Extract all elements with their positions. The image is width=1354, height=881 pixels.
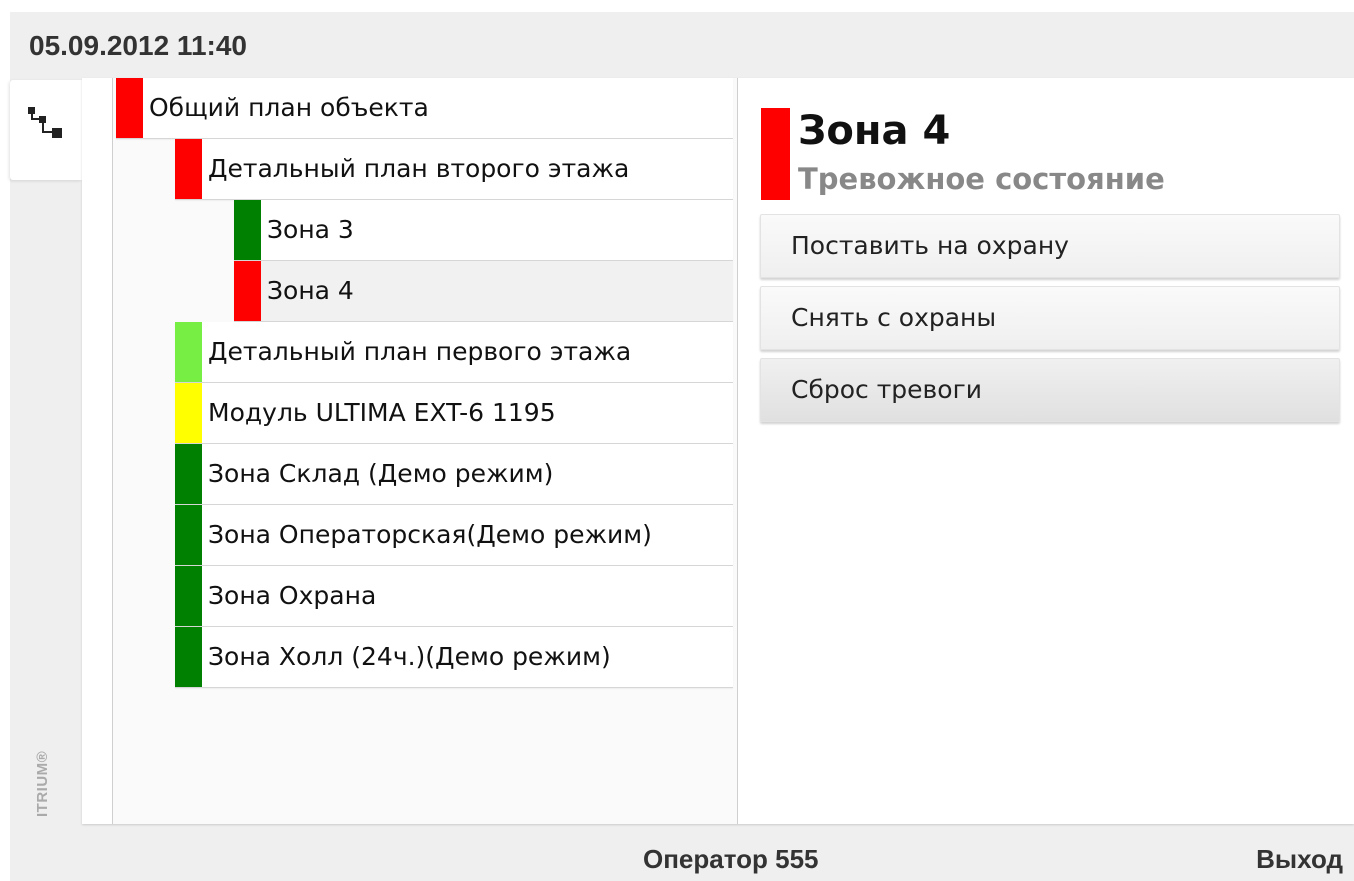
zone-status-indicator	[761, 108, 790, 200]
tree-item-status-indicator	[175, 566, 202, 626]
tree-item-label: Детальный план первого этажа	[208, 337, 632, 366]
tree-item-label: Зона 4	[267, 276, 354, 305]
arm-button[interactable]: Поставить на охрану	[760, 214, 1340, 278]
reset-alarm-button[interactable]: Сброс тревоги	[760, 358, 1340, 422]
current-datetime: 05.09.2012 11:40	[29, 30, 247, 61]
tree-item[interactable]: Модуль ULTIMA EXT-6 1195	[175, 383, 733, 444]
tree-item[interactable]: Зона 3	[234, 200, 733, 261]
tree-item-status-indicator	[175, 139, 202, 199]
tree-item-status-indicator	[175, 383, 202, 443]
tree-item-status-indicator	[175, 322, 202, 382]
object-tree: Общий план объекта Детальный план второго…	[112, 78, 738, 824]
tree-item-status-indicator	[234, 261, 261, 321]
zone-title: Зона 4	[798, 108, 951, 154]
tree-item-label: Детальный план второго этажа	[208, 154, 630, 183]
reset-alarm-button-label: Сброс тревоги	[791, 375, 982, 404]
tree-item-label: Зона Холл (24ч.)(Демо режим)	[208, 642, 611, 671]
tree-item-label: Зона Операторская(Демо режим)	[208, 520, 652, 549]
tree-item-status-indicator	[234, 200, 261, 260]
tree-item[interactable]: Зона Холл (24ч.)(Демо режим)	[175, 627, 733, 688]
tree-structure-icon	[28, 107, 62, 138]
tree-item-status-indicator	[116, 78, 143, 138]
zone-detail-header: Зона 4 Тревожное состояние	[761, 108, 1341, 200]
tree-item-label: Модуль ULTIMA EXT-6 1195	[208, 398, 556, 427]
zone-status-text: Тревожное состояние	[798, 162, 1165, 196]
tree-item-label: Общий план объекта	[149, 93, 429, 122]
logout-link[interactable]: Выход	[1256, 844, 1343, 875]
tree-item[interactable]: Зона Операторская(Демо режим)	[175, 505, 733, 566]
operator-name: Оператор 555	[643, 844, 819, 874]
tree-item[interactable]: Детальный план второго этажа	[175, 139, 733, 200]
arm-button-label: Поставить на охрану	[791, 231, 1069, 260]
tree-item-status-indicator	[175, 505, 202, 565]
tree-item[interactable]: Зона 4	[234, 261, 733, 322]
tree-item[interactable]: Общий план объекта	[116, 78, 733, 139]
brand-logo: ITRIUM®	[34, 750, 51, 817]
tree-item[interactable]: Детальный план первого этажа	[175, 322, 733, 383]
tree-item-label: Зона Склад (Демо режим)	[208, 459, 554, 488]
tree-item-status-indicator	[175, 627, 202, 687]
tab-object-tree[interactable]	[10, 80, 82, 180]
tree-item[interactable]: Зона Склад (Демо режим)	[175, 444, 733, 505]
tree-item-status-indicator	[175, 444, 202, 504]
tree-item[interactable]: Зона Охрана	[175, 566, 733, 627]
tree-item-label: Зона 3	[267, 215, 354, 244]
tree-item-label: Зона Охрана	[208, 581, 377, 610]
main-content: Общий план объекта Детальный план второго…	[82, 78, 1354, 824]
app-window: 05.09.2012 11:40 ITRIUM® Общий план объе…	[10, 12, 1354, 881]
disarm-button[interactable]: Снять с охраны	[760, 286, 1340, 350]
disarm-button-label: Снять с охраны	[791, 303, 997, 332]
